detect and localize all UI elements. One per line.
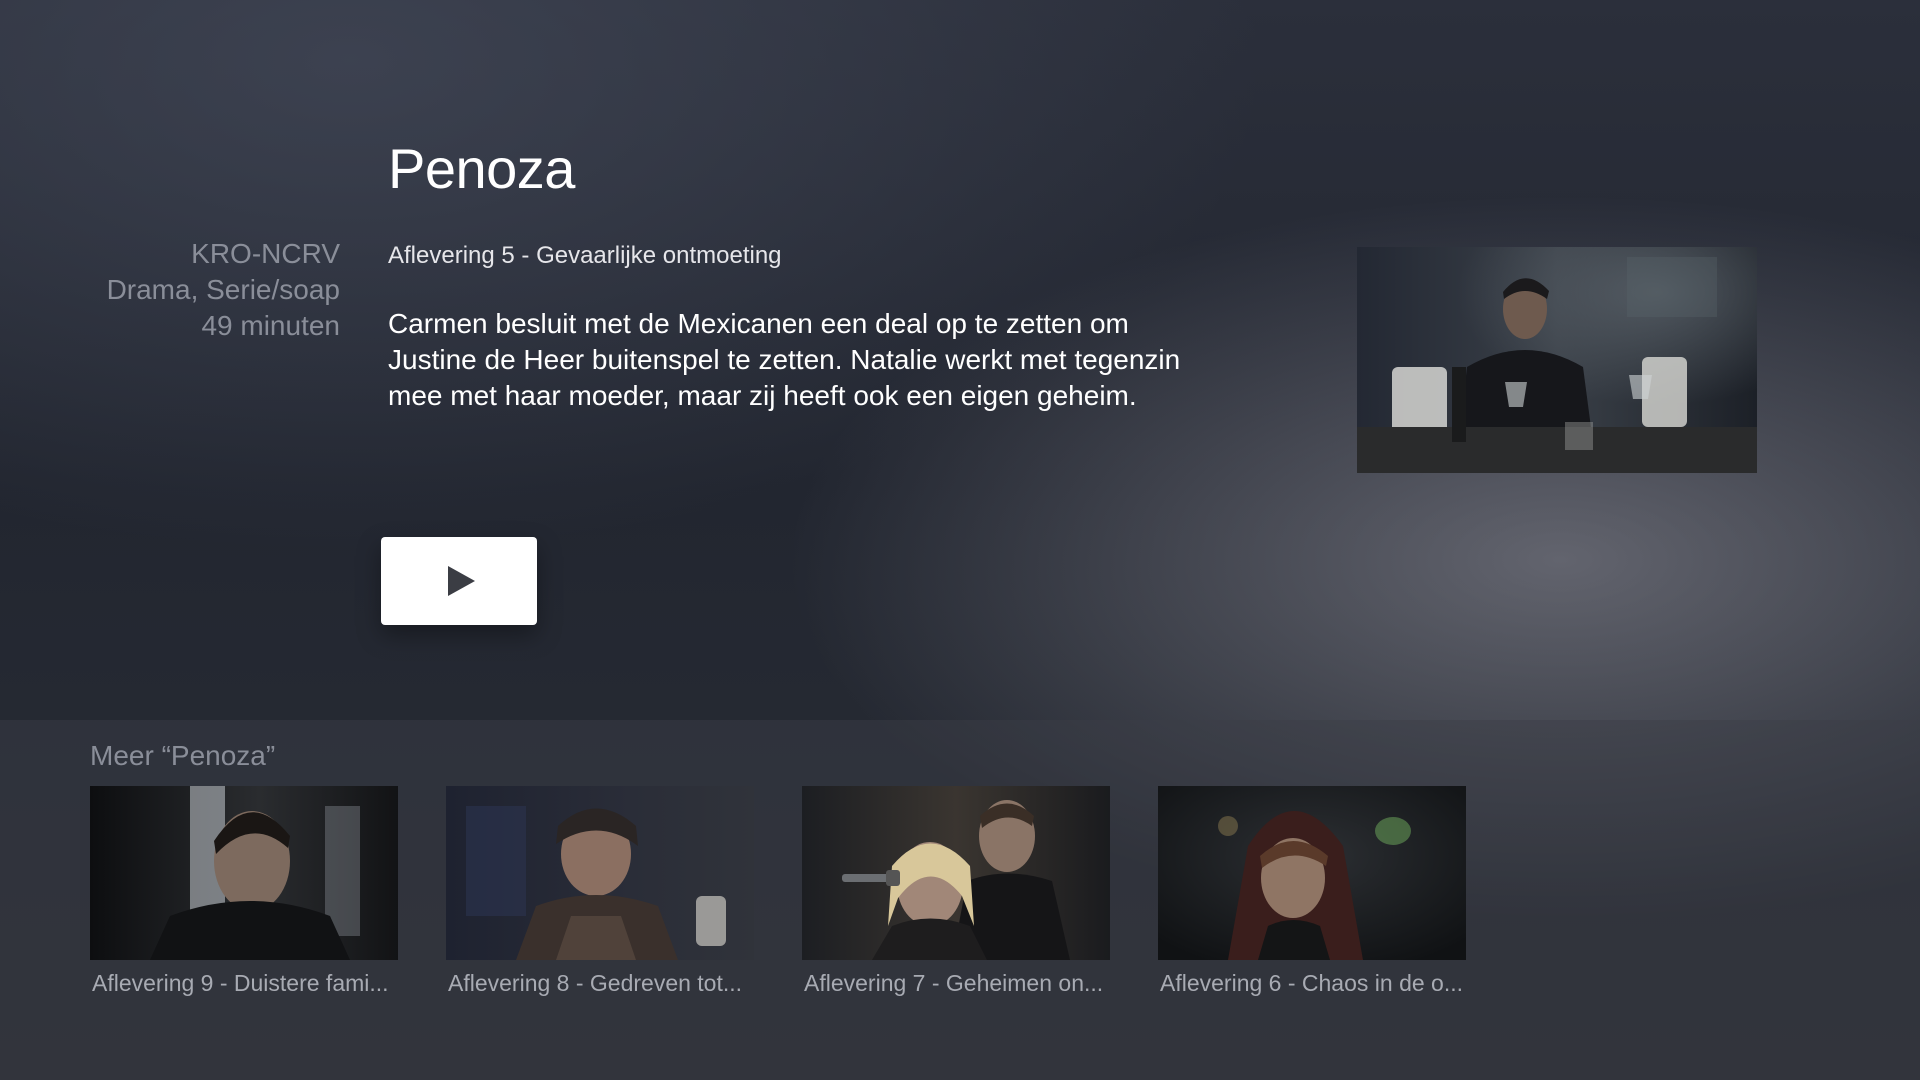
episode-detail-panel: KRO-NCRV Drama, Serie/soap 49 minuten Pe… (0, 0, 1920, 720)
episode-label: Aflevering 8 - Gedreven tot... (448, 970, 743, 996)
episode-card[interactable]: Aflevering 6 - Chaos in de o... (1158, 786, 1466, 997)
episode-label: Aflevering 9 - Duistere fami... (92, 970, 389, 996)
episode-card[interactable]: Aflevering 9 - Duistere fami... (90, 786, 398, 997)
episode-still (1357, 247, 1757, 473)
play-button[interactable] (381, 537, 537, 625)
episode-description: Carmen besluit met de Mexicanen een deal… (388, 308, 1181, 411)
episode-thumbnail (802, 786, 1110, 960)
play-icon (447, 566, 475, 596)
episode-card[interactable]: Aflevering 8 - Gedreven tot... (446, 786, 754, 997)
episode-meta: KRO-NCRV Drama, Serie/soap 49 minuten (40, 236, 340, 344)
genre: Drama, Serie/soap (106, 274, 340, 305)
duration: 49 minuten (201, 310, 340, 341)
episode-thumbnail (1158, 786, 1466, 960)
episode-thumbnail (90, 786, 398, 960)
show-title: Penoza (388, 137, 575, 200)
episode-thumbnail (446, 786, 754, 960)
episode-label: Aflevering 6 - Chaos in de o... (1160, 970, 1463, 996)
shelf-title: Meer “Penoza” (90, 740, 276, 771)
broadcaster: KRO-NCRV (191, 238, 340, 269)
episode-title: Aflevering 5 - Gevaarlijke ontmoeting (388, 242, 782, 269)
episode-card[interactable]: Aflevering 7 - Geheimen on... (802, 786, 1110, 997)
more-episodes-shelf: Meer “Penoza” Aflevering 9 - Duistere fa… (0, 720, 1920, 1080)
episode-label: Aflevering 7 - Geheimen on... (804, 970, 1104, 996)
